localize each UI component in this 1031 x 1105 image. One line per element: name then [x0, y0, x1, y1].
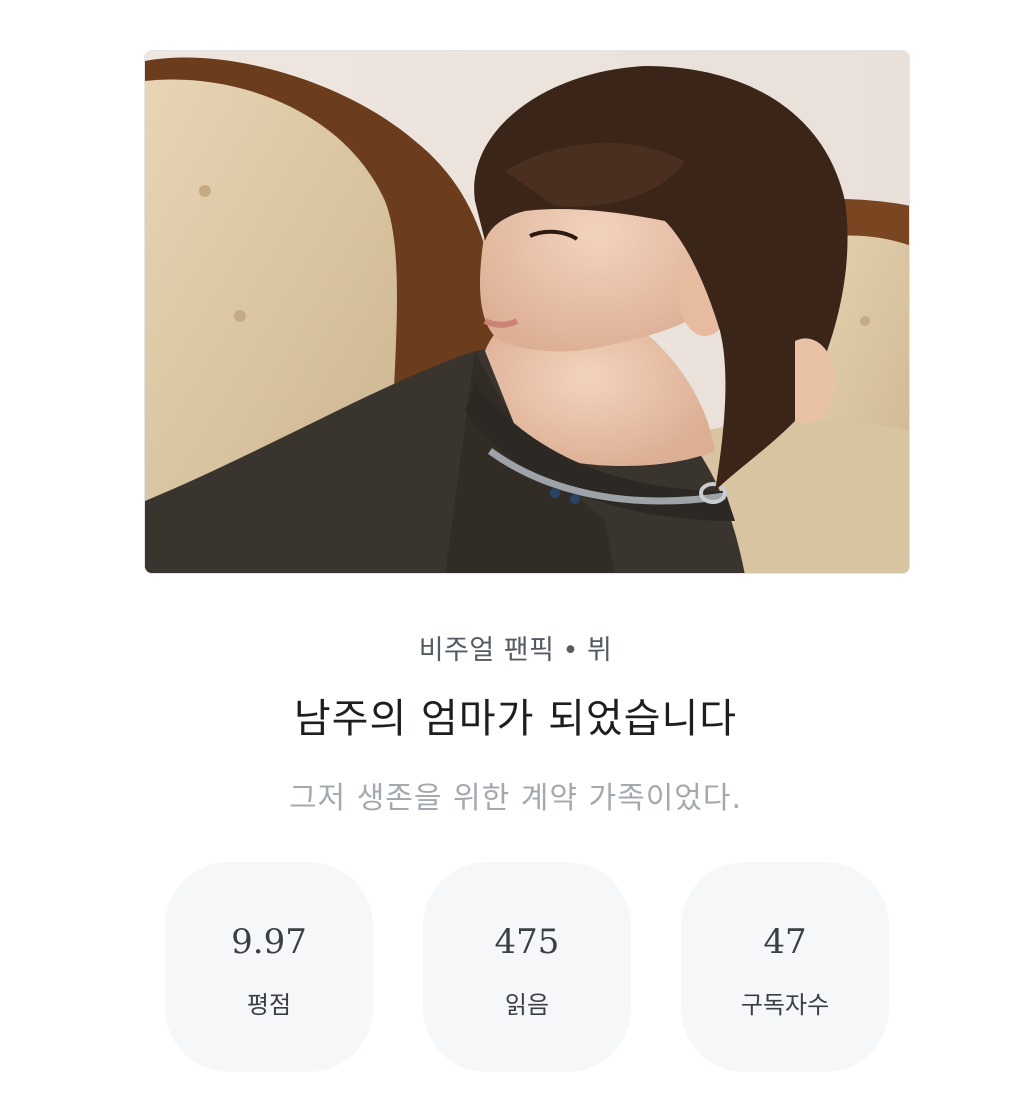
- stat-subscribers-value: 47: [763, 922, 807, 962]
- meta-separator: •: [562, 635, 579, 666]
- stat-subscribers: 47 구독자수: [681, 862, 889, 1072]
- character-label[interactable]: 뷔: [587, 635, 612, 666]
- stat-reads-label: 읽음: [504, 991, 550, 1019]
- stat-reads-value: 475: [494, 922, 560, 962]
- stat-rating-value: 9.97: [231, 922, 307, 962]
- stat-reads: 475 읽음: [423, 862, 631, 1072]
- cover-photo-icon: [145, 51, 909, 573]
- stat-rating: 9.97 평점: [165, 862, 373, 1072]
- cover-image: [144, 50, 910, 574]
- book-subtitle: 그저 생존을 위한 계약 가족이었다.: [288, 781, 743, 816]
- book-meta: 비주얼 팬픽 • 뷔: [0, 628, 1031, 667]
- stat-subscribers-label: 구독자수: [740, 991, 830, 1019]
- book-title: 남주의 엄마가 되었습니다: [293, 696, 738, 742]
- category-label[interactable]: 비주얼 팬픽: [419, 635, 555, 666]
- stat-rating-label: 평점: [246, 991, 292, 1019]
